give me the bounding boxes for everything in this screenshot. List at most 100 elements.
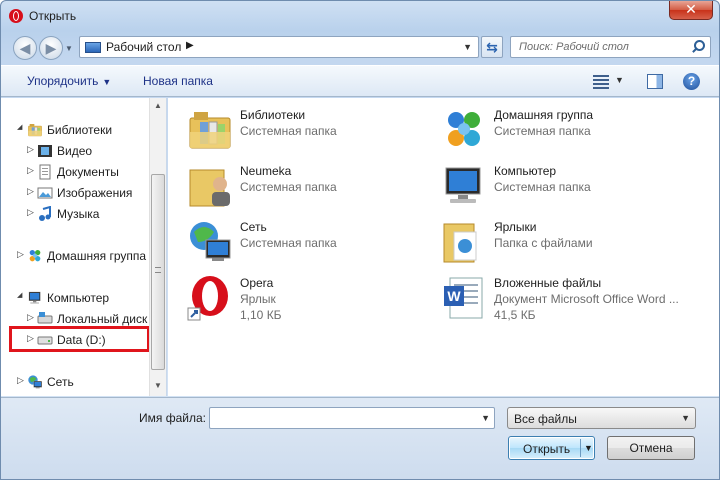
tree-item-label: Музыка bbox=[57, 207, 100, 221]
search-icon[interactable] bbox=[691, 40, 705, 54]
nav-scrollbar[interactable]: ▲ ▼ bbox=[149, 98, 166, 396]
open-options-chevron-down-icon[interactable]: ▼ bbox=[584, 443, 593, 453]
pictures-library-icon bbox=[37, 185, 53, 200]
file-type: Системная папка bbox=[240, 236, 337, 250]
file-item[interactable]: Библиотеки Системная папка bbox=[186, 106, 436, 158]
expanded-arrow-icon[interactable]: ◢ bbox=[17, 291, 27, 299]
tree-item-label: Сеть bbox=[47, 375, 74, 389]
back-button[interactable]: ◀ bbox=[13, 36, 37, 60]
navigation-pane: ◢ Библиотеки ▷ Видео ▷ Документы ▷ Изображения ▷… bbox=[1, 98, 167, 396]
file-item[interactable]: Ярлыки Папка с файлами bbox=[440, 218, 690, 270]
window-title: Открыть bbox=[29, 9, 77, 23]
file-type: Ярлык bbox=[240, 292, 276, 306]
tree-item[interactable]: ▷ Музыка bbox=[27, 205, 166, 223]
file-item[interactable]: Домашняя группа Системная папка bbox=[440, 106, 690, 158]
filename-input[interactable]: ▼ bbox=[209, 407, 495, 429]
breadcrumb-chevron-right-icon[interactable]: ▶ bbox=[186, 40, 194, 51]
file-type: Папка с файлами bbox=[494, 236, 593, 250]
libraries-icon bbox=[27, 122, 43, 137]
video-library-icon bbox=[37, 143, 53, 158]
tree-item-label: Локальный диск bbox=[57, 312, 148, 326]
tree-item-label: Компьютер bbox=[47, 291, 110, 305]
user-folder-icon bbox=[186, 162, 234, 210]
address-path[interactable]: Рабочий стол bbox=[106, 40, 181, 54]
command-bar: Упорядочить ▼ Новая папка ▼ ? bbox=[1, 65, 719, 97]
tree-item-label: Видео bbox=[57, 144, 93, 158]
word-document-icon: W bbox=[440, 274, 488, 322]
file-item[interactable]: Neumeka Системная папка bbox=[186, 162, 436, 214]
collapsed-arrow-icon[interactable]: ▷ bbox=[27, 186, 37, 197]
file-name: Библиотеки bbox=[240, 108, 306, 122]
help-icon[interactable]: ? bbox=[683, 73, 700, 90]
tree-item-label: Библиотеки bbox=[47, 123, 113, 137]
tree-item-label: Домашняя группа bbox=[47, 249, 147, 263]
organize-button[interactable]: Упорядочить ▼ bbox=[27, 74, 111, 88]
filename-history-chevron-down-icon[interactable]: ▼ bbox=[481, 413, 490, 423]
tree-item[interactable]: ▷ Документы bbox=[27, 163, 166, 181]
tree-item[interactable]: ▷ Сеть bbox=[17, 373, 166, 391]
split-divider bbox=[580, 439, 581, 457]
opera-icon bbox=[9, 9, 23, 23]
desktop-icon bbox=[85, 42, 101, 53]
preview-pane-icon[interactable] bbox=[647, 74, 663, 89]
open-button[interactable]: Открыть ▼ bbox=[508, 436, 595, 460]
tree-item[interactable]: ▷ Изображения bbox=[27, 184, 166, 202]
highlight-annotation bbox=[9, 326, 150, 352]
collapsed-arrow-icon[interactable]: ▷ bbox=[27, 312, 37, 323]
shortcuts-folder-icon bbox=[440, 218, 488, 266]
tree-item-label: Изображения bbox=[57, 186, 133, 200]
file-item[interactable]: Сеть Системная папка bbox=[186, 218, 436, 270]
dialog-footer: Имя файла: ▼ Все файлы ▼ Открыть ▼ Отмен… bbox=[1, 397, 719, 479]
view-options-chevron-down-icon[interactable]: ▼ bbox=[615, 75, 624, 85]
file-name: Neumeka bbox=[240, 164, 292, 178]
file-name: Ярлыки bbox=[494, 220, 537, 234]
file-name: Сеть bbox=[240, 220, 267, 234]
search-placeholder: Поиск: Рабочий стол bbox=[519, 41, 629, 53]
collapsed-arrow-icon[interactable]: ▷ bbox=[17, 375, 27, 386]
local-disk-icon bbox=[37, 311, 53, 326]
address-bar[interactable]: Рабочий стол ▶ ▼ bbox=[79, 36, 479, 58]
refresh-button[interactable]: ⇆ bbox=[481, 36, 503, 58]
collapsed-arrow-icon[interactable]: ▷ bbox=[27, 144, 37, 155]
tree-item[interactable]: ◢ Библиотеки bbox=[17, 121, 166, 139]
address-dropdown-chevron-down-icon[interactable]: ▼ bbox=[463, 42, 472, 52]
file-item[interactable]: W Вложенные файлы Документ Microsoft Offic… bbox=[440, 274, 690, 326]
filename-label: Имя файла: bbox=[139, 411, 206, 425]
scroll-up-arrow-icon[interactable]: ▲ bbox=[150, 98, 166, 114]
file-name: Компьютер bbox=[494, 164, 557, 178]
file-item[interactable]: Opera Ярлык 1,10 КБ bbox=[186, 274, 436, 326]
tree-item[interactable]: ◢ Компьютер bbox=[17, 289, 166, 307]
title-bar: Открыть ✕ bbox=[1, 1, 719, 31]
new-folder-button[interactable]: Новая папка bbox=[143, 74, 213, 88]
collapsed-arrow-icon[interactable]: ▷ bbox=[17, 249, 27, 260]
computer-icon bbox=[27, 290, 43, 305]
open-file-dialog: Открыть ✕ ◀ ▶ ▼ Рабочий стол ▶ ▼ ⇆ Поиск… bbox=[0, 0, 720, 480]
file-size: 41,5 КБ bbox=[494, 308, 536, 322]
cancel-button[interactable]: Отмена bbox=[607, 436, 695, 460]
file-type: Системная папка bbox=[494, 180, 591, 194]
recent-locations-chevron-down-icon[interactable]: ▼ bbox=[65, 44, 73, 53]
close-button[interactable]: ✕ bbox=[669, 1, 713, 20]
change-view-icon[interactable] bbox=[593, 75, 609, 89]
file-size: 1,10 КБ bbox=[240, 308, 282, 322]
tree-item[interactable]: ▷ Домашняя группа bbox=[17, 247, 166, 265]
homegroup-icon bbox=[27, 248, 43, 263]
network-icon bbox=[186, 218, 234, 266]
expanded-arrow-icon[interactable]: ◢ bbox=[17, 123, 27, 131]
scroll-down-arrow-icon[interactable]: ▼ bbox=[150, 378, 166, 394]
opera-icon bbox=[186, 274, 234, 322]
file-type: Системная папка bbox=[240, 124, 337, 138]
scrollbar-thumb[interactable] bbox=[151, 174, 165, 370]
computer-icon bbox=[440, 162, 488, 210]
documents-library-icon bbox=[37, 164, 53, 180]
forward-button[interactable]: ▶ bbox=[39, 36, 63, 60]
collapsed-arrow-icon[interactable]: ▷ bbox=[27, 207, 37, 218]
file-item[interactable]: Компьютер Системная папка bbox=[440, 162, 690, 214]
collapsed-arrow-icon[interactable]: ▷ bbox=[27, 165, 37, 176]
tree-item[interactable]: ▷ Видео bbox=[27, 142, 166, 160]
file-type-value: Все файлы bbox=[514, 412, 577, 426]
search-input[interactable]: Поиск: Рабочий стол bbox=[510, 36, 711, 58]
file-type-select[interactable]: Все файлы ▼ bbox=[507, 407, 696, 429]
file-type: Документ Microsoft Office Word ... bbox=[494, 292, 679, 306]
file-list: Библиотеки Системная папка Домашняя группа… bbox=[168, 98, 719, 396]
